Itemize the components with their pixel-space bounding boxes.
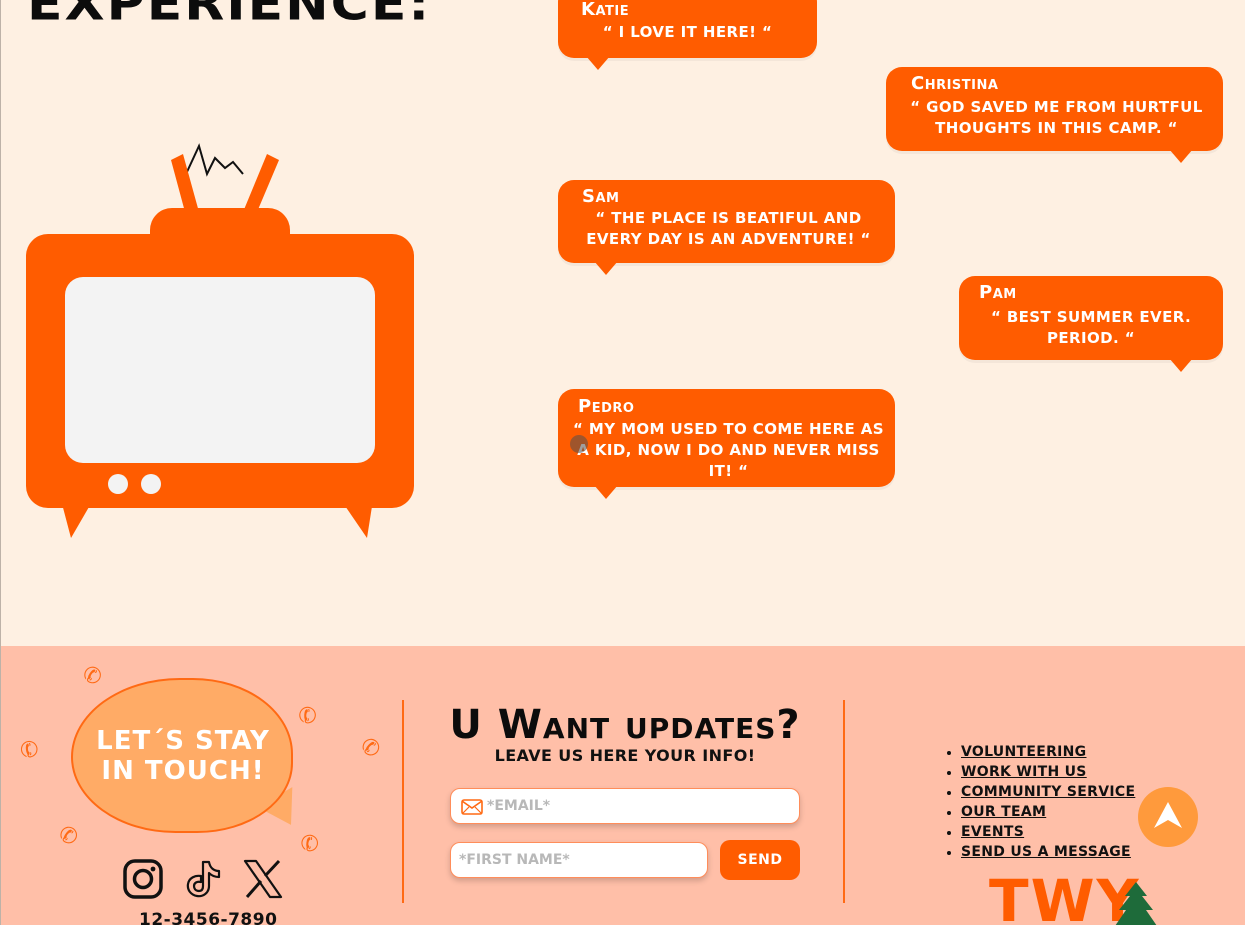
testimonial-bubble: Pam “ Best summer ever. Period. “ — [959, 276, 1223, 372]
link-events[interactable]: EVENTS — [961, 824, 1024, 840]
updates-subtitle: LEAVE US HERE YOUR INFO! — [494, 746, 756, 765]
first-name-field[interactable] — [450, 842, 708, 878]
envelope-icon — [461, 799, 483, 815]
testimonial-quote: “ I love it here! “ — [602, 23, 773, 41]
testimonial-name: Pedro — [578, 396, 635, 417]
link-community-service[interactable]: COMMUNITY SERVICE — [961, 784, 1135, 800]
testimonial-bubble: Katie “ I love it here! “ — [558, 0, 817, 70]
testimonial-name: Christina — [911, 73, 999, 94]
footer-link-item: WORK WITH US — [961, 762, 1135, 782]
testimonial-quote: “ God saved me from hurtful thoughts in … — [910, 98, 1203, 137]
email-field[interactable] — [450, 788, 800, 824]
scroll-to-top-button[interactable] — [1138, 787, 1198, 847]
link-our-team[interactable]: OUR TEAM — [961, 804, 1046, 820]
phone-number[interactable]: 12-3456-7890 — [139, 910, 277, 925]
link-send-message[interactable]: SEND US A MESSAGE — [961, 844, 1131, 860]
stay-in-touch-text: LET´S STAY IN TOUCH! — [83, 726, 283, 786]
footer-links: VOLUNTEERING WORK WITH US COMMUNITY SERV… — [961, 742, 1135, 862]
tv-illustration — [26, 143, 414, 538]
footer-link-item: SEND US A MESSAGE — [961, 842, 1135, 862]
email-input[interactable] — [487, 789, 787, 823]
divider — [843, 700, 845, 903]
testimonial-quote: “ My mom used to come here as a kid, now… — [572, 420, 884, 480]
instagram-icon[interactable] — [122, 858, 164, 900]
updates-title: U Want updates? — [449, 702, 801, 748]
footer-link-item: COMMUNITY SERVICE — [961, 782, 1135, 802]
tiktok-icon[interactable] — [183, 858, 223, 900]
send-button[interactable]: SEND — [720, 840, 800, 880]
footer-link-item: OUR TEAM — [961, 802, 1135, 822]
stay-line-1: LET´S STAY — [96, 726, 270, 756]
x-icon[interactable] — [241, 858, 285, 900]
stay-line-2: IN TOUCH! — [101, 756, 265, 786]
testimonial-bubble: Sam “ The place is beatiful and every da… — [558, 180, 895, 275]
testimonial-bubble: Pedro “ My mom used to come here as a ki… — [558, 389, 895, 499]
section-heading: EXPERIENCE: — [27, 0, 432, 31]
first-name-input[interactable] — [459, 843, 699, 877]
tree-icon — [1115, 882, 1157, 925]
testimonial-name: Pam — [979, 282, 1017, 303]
testimonial-bubble: Christina “ God saved me from hurtful th… — [886, 67, 1223, 163]
testimonial-quote: “ The place is beatiful and every day is… — [586, 209, 871, 248]
testimonial-name: Sam — [582, 186, 620, 207]
arrow-up-icon — [1154, 802, 1182, 828]
footer-link-item: VOLUNTEERING — [961, 742, 1135, 762]
cursor-indicator — [570, 435, 588, 453]
testimonial-name: Katie — [581, 0, 630, 20]
testimonial-quote: “ Best summer ever. Period. “ — [990, 308, 1192, 347]
divider — [402, 700, 404, 903]
link-volunteering[interactable]: VOLUNTEERING — [961, 744, 1086, 760]
phone-icon: ✆ — [81, 662, 104, 691]
link-work-with-us[interactable]: WORK WITH US — [961, 764, 1087, 780]
footer-link-item: EVENTS — [961, 822, 1135, 842]
